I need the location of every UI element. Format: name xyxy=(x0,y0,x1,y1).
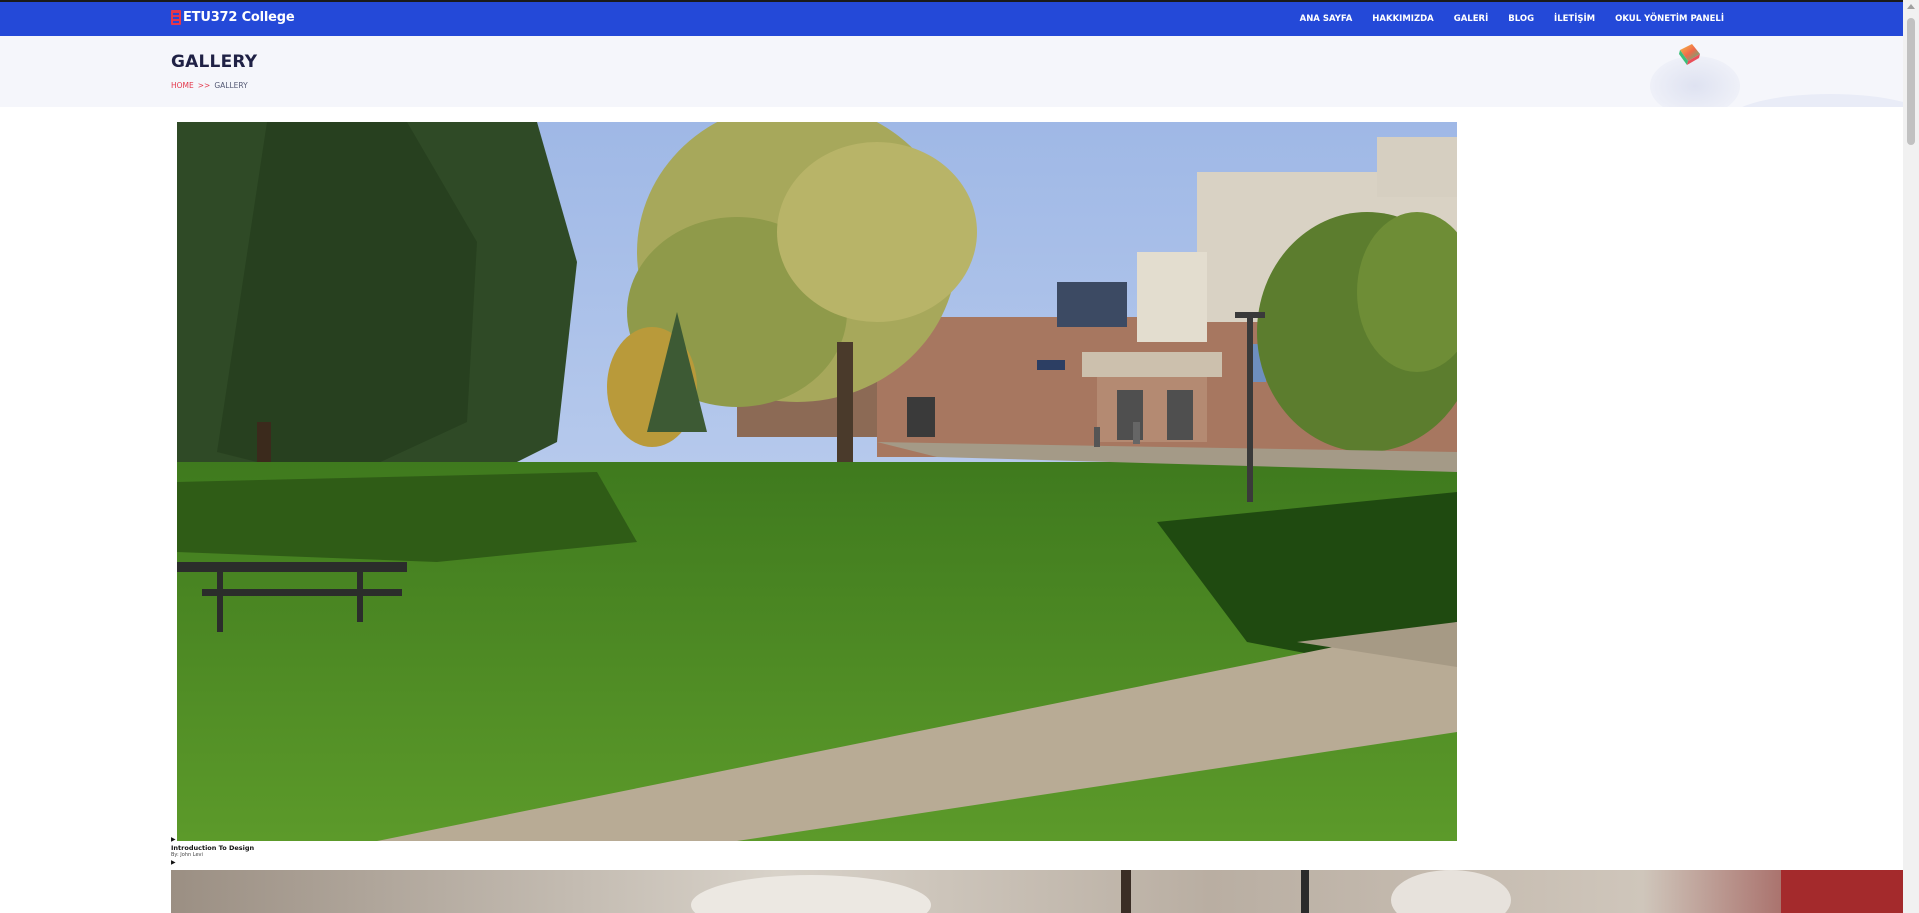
nav-link-contact[interactable]: İLETİŞİM xyxy=(1554,14,1595,24)
gallery-item-title: Introduction To Design xyxy=(171,844,255,852)
gallery-image-campus-lawn[interactable] xyxy=(177,122,1457,841)
nav-link-home[interactable]: ANA SAYFA xyxy=(1300,14,1353,24)
play-marker-icon[interactable]: ▶ xyxy=(171,836,254,844)
gallery-image-indoor[interactable] xyxy=(171,870,1903,913)
top-navbar: ETU372 College ANA SAYFA HAKKIMIZDA GALE… xyxy=(0,2,1903,36)
play-marker-icon-2[interactable]: ▶ xyxy=(171,859,254,867)
gallery-item-author: By: John Levi xyxy=(171,852,203,858)
gallery-item-caption: ▶ Introduction To Design By: John Levi ▶ xyxy=(171,836,254,867)
page-header: GALLERY HOME >> GALLERY xyxy=(0,36,1903,107)
breadcrumb: HOME >> GALLERY xyxy=(171,81,248,90)
college-logo-icon xyxy=(171,10,181,25)
nav-link-about[interactable]: HAKKIMIZDA xyxy=(1372,14,1433,24)
scrollbar-thumb[interactable] xyxy=(1907,18,1915,145)
scroll-up-arrow-icon[interactable] xyxy=(1907,4,1915,9)
site-logo-text: ETU372 College xyxy=(183,10,295,25)
breadcrumb-home-link[interactable]: HOME xyxy=(171,81,194,90)
breadcrumb-current: GALLERY xyxy=(214,81,248,90)
breadcrumb-separator: >> xyxy=(197,81,211,90)
header-decoration-wave xyxy=(1730,94,1903,107)
page-title: GALLERY xyxy=(171,52,258,72)
nav-link-blog[interactable]: BLOG xyxy=(1508,14,1534,24)
nav-link-gallery[interactable]: GALERİ xyxy=(1454,14,1489,24)
nav-link-admin-panel[interactable]: OKUL YÖNETİM PANELİ xyxy=(1615,14,1724,24)
cube-decoration-icon xyxy=(1676,41,1702,67)
site-logo[interactable]: ETU372 College xyxy=(171,10,295,25)
main-menu: ANA SAYFA HAKKIMIZDA GALERİ BLOG İLETİŞİ… xyxy=(1300,2,1724,36)
page-scrollbar[interactable] xyxy=(1903,0,1919,913)
